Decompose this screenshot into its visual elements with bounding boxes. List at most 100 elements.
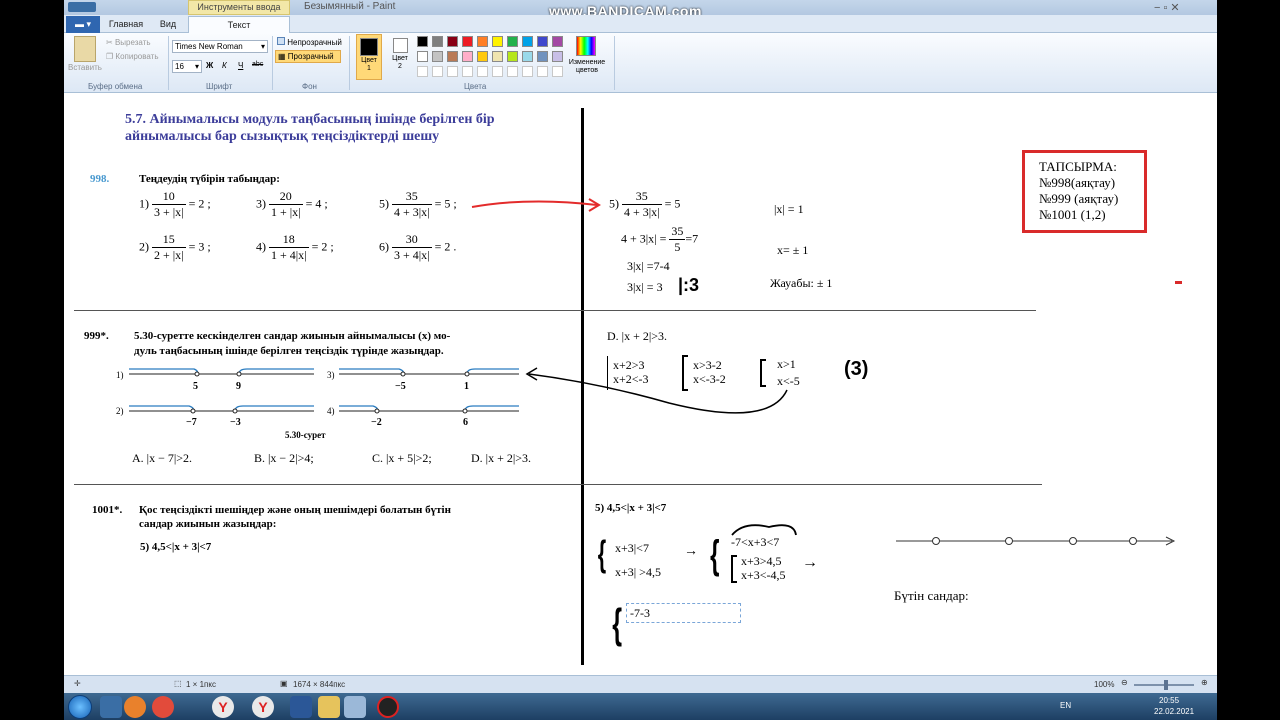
palette-swatch[interactable] <box>462 36 473 47</box>
zoom-slider-thumb[interactable] <box>1164 680 1168 690</box>
edit-colors-button[interactable]: Изменение цветов <box>564 59 610 75</box>
integers-label: Бүтін сандар: <box>894 588 969 603</box>
task-item: №1001 (1,2) <box>1039 207 1106 222</box>
palette-swatch[interactable] <box>477 51 488 62</box>
palette-swatch[interactable] <box>492 51 503 62</box>
eq-item: 6) 30 3 + 4|x| = 2 . <box>379 232 457 262</box>
strikethrough-button[interactable]: abc <box>252 61 263 68</box>
underline-button[interactable]: Ч <box>238 61 243 70</box>
palette-swatch[interactable] <box>537 36 548 47</box>
yandex-icon[interactable]: Y <box>212 696 234 718</box>
palette-swatch[interactable] <box>492 36 503 47</box>
palette-swatch[interactable] <box>432 36 443 47</box>
tick-label: 9 <box>236 381 241 392</box>
palette-swatch-empty[interactable] <box>462 66 473 77</box>
palette-swatch[interactable] <box>522 51 533 62</box>
language-indicator[interactable]: EN <box>1060 701 1071 710</box>
palette-swatch[interactable] <box>507 51 518 62</box>
palette-swatch-empty[interactable] <box>447 66 458 77</box>
tick-label: 1 <box>464 381 469 392</box>
palette-swatch[interactable] <box>417 36 428 47</box>
quick-access-toolbar[interactable] <box>68 2 96 12</box>
line-label: 1) <box>116 370 124 380</box>
palette-swatch-empty[interactable] <box>432 66 443 77</box>
transparent-icon: ▦ <box>278 52 286 61</box>
solution-1001-head: 5) 4,5<|x + 3|<7 <box>595 502 667 514</box>
solution-998-step3: 3|x| = 3 <box>627 280 663 294</box>
answer-mark: (3) <box>844 358 869 380</box>
context-tab-label: Инструменты ввода текста <box>188 0 290 25</box>
palette-swatch-empty[interactable] <box>552 66 563 77</box>
palette-swatch[interactable] <box>477 36 488 47</box>
zoom-in-button[interactable]: ⊕ <box>1201 678 1208 687</box>
chrome-icon[interactable] <box>152 696 174 718</box>
tab-text[interactable]: Текст <box>188 16 290 33</box>
color2-swatch <box>392 38 408 53</box>
palette-swatch[interactable] <box>537 51 548 62</box>
left-letterbox <box>0 0 64 720</box>
cut-button[interactable]: ✂ Вырезать <box>106 38 151 47</box>
ie-icon[interactable] <box>100 696 122 718</box>
explorer-icon[interactable] <box>318 696 340 718</box>
option-a: A. |x − 7|>2. <box>132 451 193 465</box>
color-palette <box>417 36 567 81</box>
color2-button[interactable]: Цвет 2 <box>387 34 413 80</box>
window-controls[interactable]: − ▫ ✕ <box>1154 1 1180 14</box>
arrow-right: → <box>684 542 698 558</box>
palette-swatch[interactable] <box>522 36 533 47</box>
window-title: Безымянный - Paint <box>304 1 396 12</box>
font-family-select[interactable]: Times New Roman ▾ <box>172 40 268 53</box>
tab-home[interactable]: Главная <box>104 16 148 33</box>
palette-swatch[interactable] <box>552 36 563 47</box>
answer-x-plus-minus: x= ± 1 <box>777 243 809 257</box>
palette-swatch-empty[interactable] <box>477 66 488 77</box>
bandicam-icon[interactable] <box>377 696 399 718</box>
problem-999-text: 5.30-суретте кескінделген сандар жиынын … <box>134 330 451 342</box>
problem-998-text: Теңдеудің түбірін табыңдар: <box>139 173 280 185</box>
italic-button[interactable]: К <box>222 61 227 70</box>
palette-swatch[interactable] <box>447 51 458 62</box>
zoom-level: 100% <box>1094 680 1115 689</box>
copy-button[interactable]: ❐ Копировать <box>106 52 158 61</box>
problem-1001-text: сандар жиынын жазыңдар: <box>139 518 277 530</box>
color1-button[interactable]: Цвет 1 <box>356 34 382 80</box>
tick-label: −5 <box>395 381 406 392</box>
tick-label: −3 <box>230 417 241 428</box>
paste-icon[interactable] <box>74 36 96 62</box>
palette-swatch[interactable] <box>552 51 563 62</box>
answer-abs-x: |x| = 1 <box>774 202 804 216</box>
font-size-select[interactable]: 16 ▾ <box>172 60 202 73</box>
palette-swatch-empty[interactable] <box>492 66 503 77</box>
bold-button[interactable]: Ж <box>206 61 213 70</box>
paint-menu-button[interactable]: ▬ ▾ <box>66 16 100 33</box>
transparent-button[interactable]: ▦ Прозрачный <box>275 50 341 63</box>
eq-item: 3) 20 1 + |x| = 4 ; <box>256 189 328 219</box>
text-edit-box[interactable]: -7-3 <box>626 603 741 623</box>
palette-swatch-empty[interactable] <box>522 66 533 77</box>
palette-swatch-empty[interactable] <box>417 66 428 77</box>
palette-swatch[interactable] <box>417 51 428 62</box>
firefox-icon[interactable] <box>124 696 146 718</box>
tab-view[interactable]: Вид <box>150 16 186 33</box>
zoom-out-button[interactable]: ⊖ <box>1121 678 1128 687</box>
start-button[interactable] <box>68 695 92 719</box>
number-line-3 <box>339 368 519 377</box>
tick-label: 5 <box>193 381 198 392</box>
palette-swatch-empty[interactable] <box>507 66 518 77</box>
drawing-canvas[interactable]: 5.7. Айнымалысы модуль таңбасының ішінде… <box>64 93 1217 675</box>
paint-window: Безымянный - Paint − ▫ ✕ Инструменты вво… <box>64 0 1217 720</box>
palette-swatch[interactable] <box>432 51 443 62</box>
palette-swatch[interactable] <box>507 36 518 47</box>
palette-swatch[interactable] <box>462 51 473 62</box>
task-title: ТАПСЫРМА: <box>1039 159 1117 174</box>
palette-swatch-empty[interactable] <box>537 66 548 77</box>
paint-taskbar-icon[interactable] <box>344 696 366 718</box>
yandex-browser-icon[interactable]: Y <box>252 696 274 718</box>
solution-998-step2: 3|x| =7-4 <box>627 259 670 273</box>
palette-swatch[interactable] <box>447 36 458 47</box>
clock-date: 22.02.2021 <box>1154 707 1195 716</box>
word-icon[interactable] <box>290 696 312 718</box>
opaque-button[interactable]: Непрозрачный <box>277 37 342 47</box>
option-b: B. |x − 2|>4; <box>254 451 314 465</box>
paste-button[interactable]: Вставить <box>68 63 102 72</box>
